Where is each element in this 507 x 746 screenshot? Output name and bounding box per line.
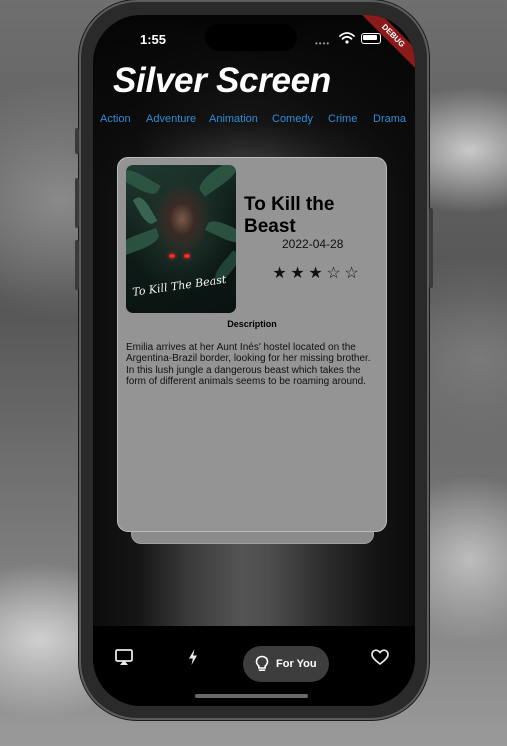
app-screen: 1:55 •••• DEBUG Silver Screen Action Adv… [93, 15, 415, 706]
poster-title-text: To Kill The Beast [131, 272, 227, 299]
volume-down-button [75, 240, 79, 290]
poster-red-eye [184, 254, 190, 258]
dynamic-island [205, 24, 297, 51]
genre-tab-comedy[interactable]: Comedy [272, 113, 313, 125]
movie-poster[interactable]: To Kill The Beast [126, 165, 236, 313]
poster-leaf [204, 217, 236, 247]
genre-tabs: Action Adventure Animation Comedy Crime … [93, 113, 415, 129]
poster-leaf [126, 227, 162, 258]
nav-label-for-you: For You [276, 658, 317, 670]
star-rating: ★ ★ ★ ☆ ☆ [271, 263, 361, 283]
genre-tab-animation[interactable]: Animation [209, 113, 258, 125]
star-filled-icon: ★ [308, 265, 324, 282]
bottom-navigation-bar: For You [93, 626, 415, 706]
side-button [429, 208, 433, 288]
mute-switch [75, 128, 79, 154]
signal-icon: •••• [315, 39, 331, 48]
movie-title: To Kill the Beast [244, 194, 335, 237]
nav-item-for-you[interactable]: For You [243, 646, 329, 682]
genre-tab-adventure[interactable]: Adventure [146, 113, 196, 125]
movie-description: Emilia arrives at her Aunt Inés' hostel … [126, 342, 371, 388]
heart-icon[interactable] [369, 646, 391, 668]
star-empty-icon: ☆ [344, 265, 360, 282]
home-indicator[interactable] [195, 694, 308, 698]
battery-icon [361, 33, 381, 44]
cast-icon[interactable] [113, 646, 135, 668]
poster-leaf [195, 165, 236, 197]
poster-leaf [132, 194, 158, 227]
movie-card[interactable]: To Kill The Beast To Kill the Beast 2022… [117, 157, 387, 532]
genre-tab-crime[interactable]: Crime [328, 113, 357, 125]
release-date: 2022-04-28 [282, 237, 344, 251]
status-bar: 1:55 •••• DEBUG [93, 15, 415, 74]
status-time: 1:55 [140, 32, 167, 47]
lightning-icon[interactable] [182, 646, 204, 668]
star-filled-icon: ★ [272, 265, 288, 282]
star-filled-icon: ★ [290, 265, 306, 282]
volume-up-button [75, 178, 79, 228]
wifi-icon [339, 32, 355, 44]
lightbulb-icon [255, 655, 269, 671]
genre-tab-action[interactable]: Action [100, 113, 131, 125]
poster-red-eye [169, 254, 175, 258]
star-empty-icon: ☆ [326, 265, 342, 282]
poster-leaf [126, 165, 161, 199]
genre-tab-drama[interactable]: Drama [373, 113, 406, 125]
app-title: Silver Screen [113, 61, 331, 100]
debug-banner: DEBUG [355, 15, 415, 74]
description-heading: Description [227, 319, 277, 329]
